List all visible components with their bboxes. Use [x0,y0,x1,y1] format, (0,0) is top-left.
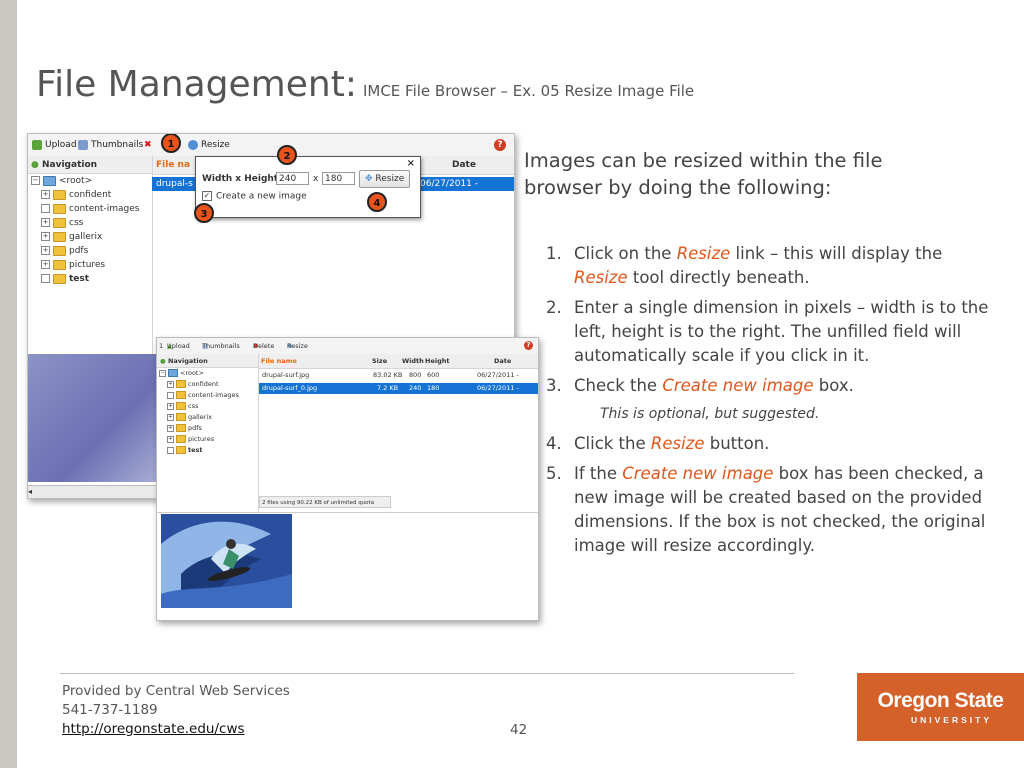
help-icon[interactable]: ? [524,341,533,350]
tree-item-test[interactable]: test [28,272,152,286]
step-2: 2. Enter a single dimension in pixels – w… [546,298,989,365]
tree-item-css[interactable]: + css [157,401,258,412]
navigation-icon: ● [31,160,39,170]
file-list-header: File name Size Width Height Date [258,354,538,369]
column-file-name: File name [261,357,297,365]
times-label: x [313,174,319,184]
left-accent-bar [0,0,17,768]
slide-title: File Management: IMCE File Browser – Ex. … [36,64,694,105]
page-indicator: 1 [159,342,164,350]
imce-toolbar: 1 ▲ Upload ▦ Thumbnails ✖ Delete ✥ Resiz… [157,338,538,355]
step-3-note: This is optional, but suggested. [600,406,820,422]
column-file-name: File na [156,160,191,170]
oregon-state-logo: Oregon State UNIVERSITY [857,673,1024,741]
tree-item-pdfs[interactable]: + pdfs [157,423,258,434]
imce-toolbar: Upload Thumbnails ✖ Resize ? [28,134,514,157]
page-number: 42 [510,722,528,738]
marker-3: 3 [194,203,214,223]
upload-button[interactable]: Upload [32,134,77,156]
title-subtitle: IMCE File Browser – Ex. 05 Resize Image … [362,82,695,100]
help-icon[interactable]: ? [494,139,506,151]
footer-credits: Provided by Central Web Services 541-737… [62,682,290,739]
upload-icon [32,139,42,150]
resize-icon [188,139,198,150]
tree-item-css[interactable]: + css [28,216,152,230]
marker-4: 4 [367,192,387,212]
tree-item-pictures[interactable]: + pictures [157,434,258,445]
intro-text: Images can be resized within the file br… [524,149,883,199]
title-main: File Management: [36,64,357,105]
create-new-image-checkbox[interactable]: ✓ Create a new image [202,191,307,202]
image-preview [28,354,161,482]
file-row-selected[interactable]: drupal-surf_0.jpg 7.2 KB 240 180 06/27/2… [259,383,538,403]
width-input[interactable]: 240 [276,172,309,185]
tree-item-gallerix[interactable]: + gallerix [28,230,152,244]
thumbnails-button[interactable]: Thumbnails [78,134,143,156]
tree-item-root[interactable]: − <root> [28,174,152,188]
step-4: 4. Click the Resize button. [546,434,770,453]
height-input[interactable]: 180 [322,172,355,185]
tree-item-content-images[interactable]: content-images [157,390,258,401]
quota-status: 2 files using 90.22 KB of unlimited quot… [259,496,391,508]
tree-item-pictures[interactable]: + pictures [28,258,152,272]
navigation-header: ● Navigation [28,156,152,174]
width-height-label: Width x Height: [202,174,282,184]
delete-icon[interactable]: ✖ [144,134,152,156]
resize-popup: × Width x Height: 240 x 180 ✥ Resize ✓ Cr… [195,156,421,218]
thumbnails-icon [78,139,88,150]
column-width: Width [402,357,424,365]
logo-line-2: UNIVERSITY [910,715,992,725]
logo-line-1: Oregon State [877,689,1004,712]
tree-item-confident[interactable]: + confident [28,188,152,202]
navigation-header: ● Navigation [157,354,258,368]
marker-1: 1 [161,134,181,153]
step-3: 3. Check the Create new image box. [546,376,854,395]
surfer-image-preview [161,514,292,608]
footer-phone: 541-737-1189 [62,702,158,718]
footer-link[interactable]: http://oregonstate.edu/cws [62,721,245,737]
instruction-list: 1. Click on the Resize link – this will d… [546,242,996,564]
tree-item-confident[interactable]: + confident [157,379,258,390]
column-height: Height [425,357,450,365]
marker-2: 2 [277,145,297,165]
step-5: 5. If the Create new image box has been c… [546,464,986,555]
resize-button[interactable]: Resize [188,134,230,156]
resize-icon: ✥ [365,174,373,184]
tree-item-gallerix[interactable]: + gallerix [157,412,258,423]
footer-divider [60,673,794,674]
footer-provider: Provided by Central Web Services [62,683,290,699]
column-date: Date [452,160,476,170]
step-1: 1. Click on the Resize link – this will d… [546,244,943,287]
file-row[interactable]: drupal-surf.jpg 83.02 KB 800 600 06/27/2… [259,370,538,390]
horizontal-scrollbar[interactable]: ◂ [28,485,161,498]
imce-screenshot-result: 1 ▲ Upload ▦ Thumbnails ✖ Delete ✥ Resiz… [156,337,539,621]
tree-item-test[interactable]: test [157,445,258,456]
close-icon[interactable]: × [407,158,415,169]
preview-divider[interactable] [157,512,538,513]
column-date: Date [494,357,512,365]
resize-submit-button[interactable]: ✥ Resize [359,170,411,188]
tree-item-root[interactable]: − <root> [157,368,258,379]
tree-item-content-images[interactable]: content-images [28,202,152,216]
folder-tree: − <root> + confident content-images + css +… [157,368,258,456]
column-size: Size [372,357,388,365]
tree-item-pdfs[interactable]: + pdfs [28,244,152,258]
folder-tree: − <root> + confident content-images + css +… [28,174,152,354]
